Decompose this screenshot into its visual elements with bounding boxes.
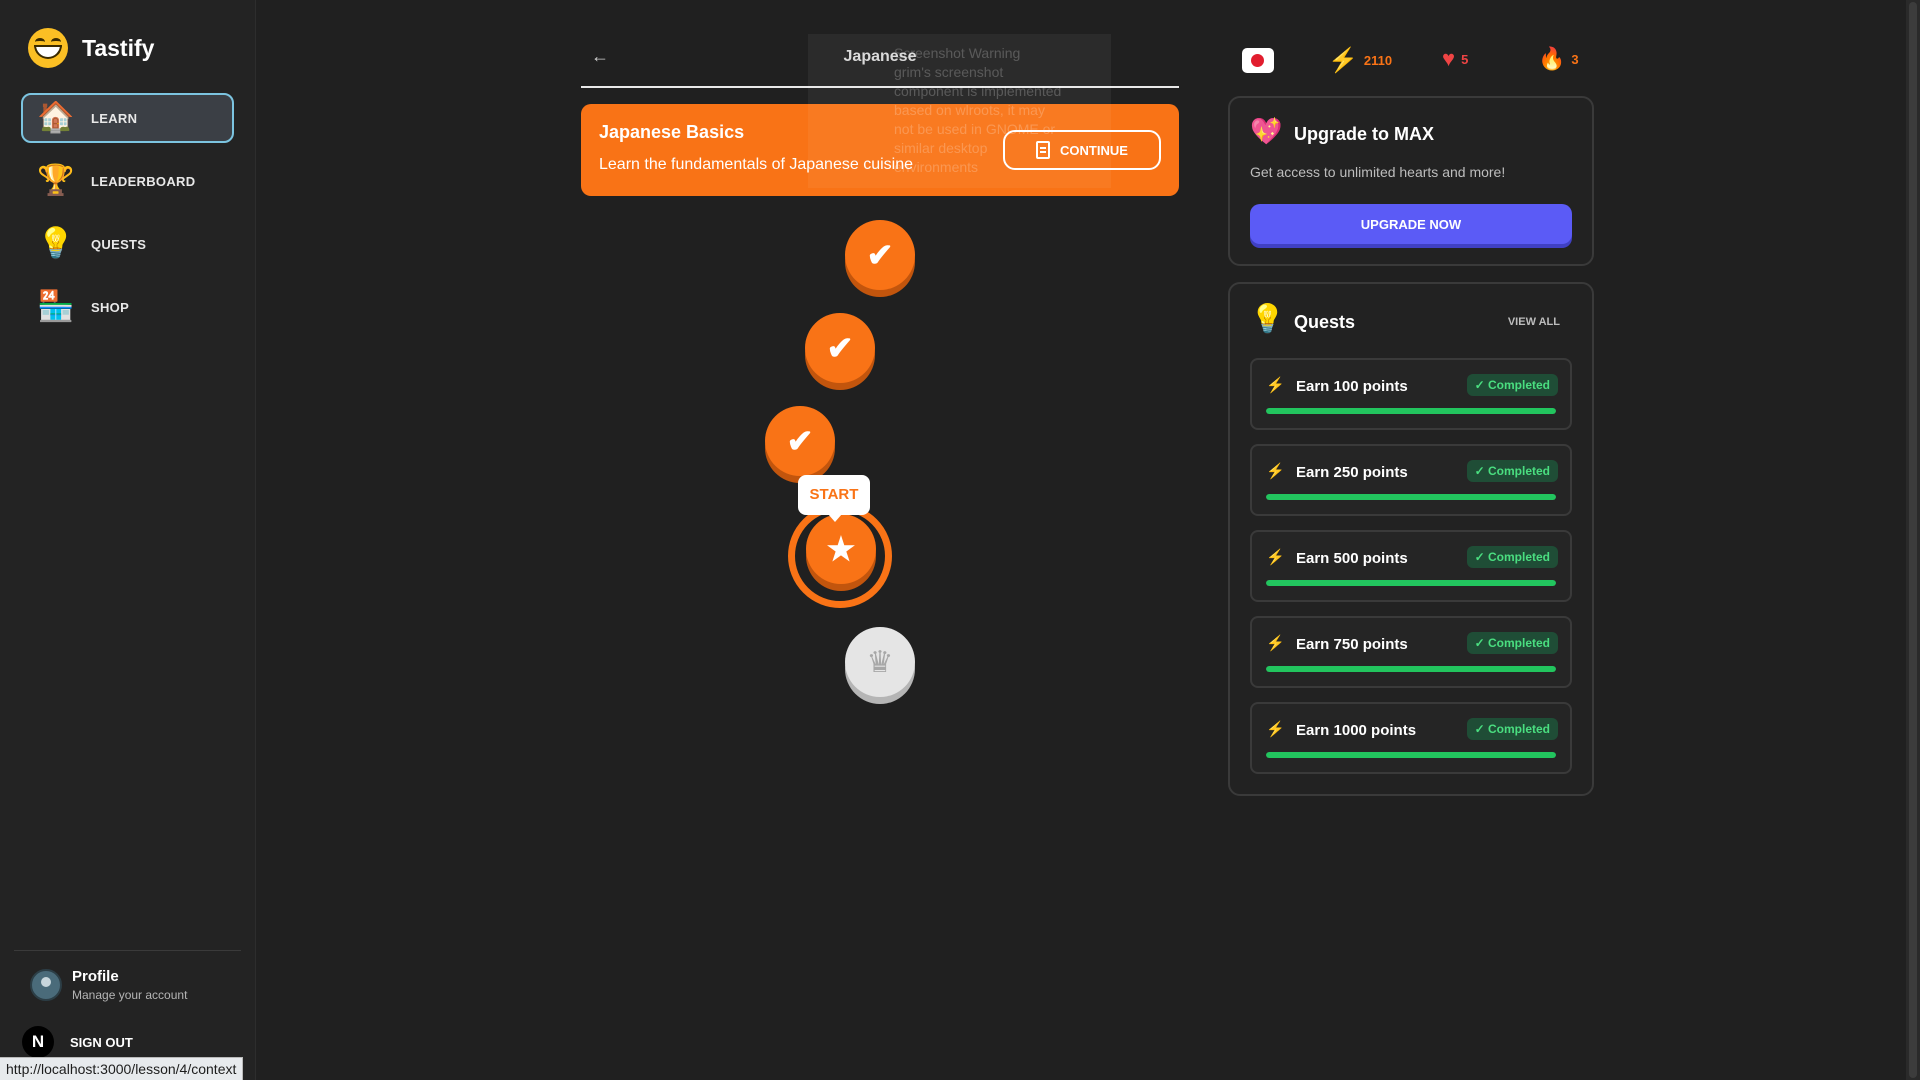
n-badge-icon: N: [22, 1026, 54, 1058]
sidebar-item-shop[interactable]: 🏪 SHOP: [21, 282, 234, 332]
star-icon: ★: [826, 531, 856, 567]
sign-out-label: SIGN OUT: [70, 1034, 133, 1050]
hearts-value: 5: [1461, 51, 1469, 67]
heart-sparkle-icon: 💖: [1250, 116, 1283, 146]
check-icon: ✔: [826, 330, 854, 366]
sidebar-item-leaderboard[interactable]: 🏆 LEADERBOARD: [21, 156, 234, 206]
unit-header: ← Japanese: [581, 36, 1179, 88]
notebook-icon: [1036, 141, 1051, 159]
sidebar-item-learn[interactable]: 🏠 LEARN: [21, 93, 234, 143]
lightning-icon: ⚡: [1328, 47, 1358, 74]
quest-item[interactable]: ⚡ Earn 100 points ✓ Completed: [1250, 358, 1572, 430]
quest-progress-bar: [1266, 666, 1556, 672]
upgrade-now-button[interactable]: UPGRADE NOW: [1250, 204, 1572, 244]
lightbulb-icon: 💡: [1250, 303, 1285, 334]
quest-label: Earn 100 points: [1296, 378, 1408, 395]
sign-out-button[interactable]: N SIGN OUT: [22, 1026, 133, 1058]
points-counter[interactable]: ⚡ 2110: [1328, 46, 1392, 75]
page-title: Japanese: [843, 48, 917, 65]
sidebar-item-label: QUESTS: [91, 236, 147, 252]
view-all-link[interactable]: VIEW ALL: [1508, 316, 1560, 328]
continue-label: CONTINUE: [1060, 142, 1128, 158]
quest-progress-bar: [1266, 752, 1556, 758]
lightbulb-icon: 💡: [37, 227, 75, 260]
sidebar-item-label: SHOP: [91, 299, 130, 315]
sidebar-item-quests[interactable]: 💡 QUESTS: [21, 219, 234, 269]
quest-item[interactable]: ⚡ Earn 750 points ✓ Completed: [1250, 616, 1572, 688]
completed-badge: ✓ Completed: [1466, 374, 1558, 396]
lightning-icon: ⚡: [1266, 463, 1285, 480]
japan-flag-icon[interactable]: [1242, 48, 1274, 73]
app-name: Tastify: [82, 34, 155, 61]
logo-icon: [28, 28, 68, 68]
lesson-node-completed[interactable]: ✔: [805, 313, 875, 383]
lightning-icon: ⚡: [1266, 721, 1285, 738]
lesson-node-completed[interactable]: ✔: [845, 220, 915, 290]
streak-counter[interactable]: 🔥 3: [1538, 46, 1579, 72]
lightning-icon: ⚡: [1266, 635, 1285, 652]
sidebar-item-label: LEADERBOARD: [91, 173, 196, 189]
points-value: 2110: [1363, 53, 1393, 68]
quest-label: Earn 1000 points: [1296, 722, 1417, 739]
streak-value: 3: [1571, 51, 1579, 67]
lesson-node-locked[interactable]: ♛: [845, 627, 915, 697]
brand[interactable]: Tastify: [28, 28, 154, 68]
quests-title: Quests: [1294, 312, 1356, 332]
crown-icon: ♛: [866, 645, 894, 679]
continue-button[interactable]: CONTINUE: [1003, 130, 1161, 170]
shop-icon: 🏪: [37, 290, 75, 323]
completed-badge: ✓ Completed: [1466, 460, 1558, 482]
flame-icon: 🔥: [1538, 46, 1566, 71]
lesson-node-completed[interactable]: ✔: [765, 406, 835, 476]
completed-badge: ✓ Completed: [1466, 718, 1558, 740]
lesson-node-current[interactable]: ★: [806, 514, 876, 584]
start-tooltip[interactable]: START: [798, 475, 870, 522]
status-bar-url: http://localhost:3000/lesson/4/context: [0, 1057, 244, 1080]
profile-link[interactable]: Profile Manage your account: [30, 968, 187, 1002]
quest-label: Earn 750 points: [1296, 636, 1408, 653]
profile-title: Profile: [72, 968, 119, 985]
quest-label: Earn 250 points: [1296, 464, 1408, 481]
quest-item[interactable]: ⚡ Earn 500 points ✓ Completed: [1250, 530, 1572, 602]
quest-progress-bar: [1266, 408, 1556, 414]
lightning-icon: ⚡: [1266, 377, 1285, 394]
quest-label: Earn 500 points: [1296, 550, 1408, 567]
quest-item[interactable]: ⚡ Earn 1000 points ✓ Completed: [1250, 702, 1572, 774]
podium-icon: 🏆: [37, 164, 75, 197]
upgrade-description: Get access to unlimited hearts and more!: [1250, 164, 1506, 180]
check-icon: ✔: [786, 423, 814, 459]
hearts-counter[interactable]: ♥ 5: [1442, 46, 1468, 72]
completed-badge: ✓ Completed: [1466, 632, 1558, 654]
upgrade-card: 💖 Upgrade to MAX Get access to unlimited…: [1228, 96, 1594, 266]
page-scrollbar[interactable]: [1906, 0, 1920, 1080]
divider: [14, 950, 241, 951]
house-icon: 🏠: [37, 101, 75, 134]
sidebar: Tastify 🏠 LEARN 🏆 LEADERBOARD 💡 QUESTS 🏪…: [0, 0, 256, 1080]
completed-badge: ✓ Completed: [1466, 546, 1558, 568]
check-icon: ✔: [866, 237, 894, 273]
sidebar-nav: 🏠 LEARN 🏆 LEADERBOARD 💡 QUESTS 🏪 SHOP: [21, 93, 234, 345]
quest-progress-bar: [1266, 494, 1556, 500]
upgrade-title: Upgrade to MAX: [1294, 124, 1435, 144]
quests-card: 💡 Quests VIEW ALL ⚡ Earn 100 points ✓ Co…: [1228, 282, 1594, 796]
avatar: [30, 969, 62, 1001]
lightning-icon: ⚡: [1266, 549, 1285, 566]
unit-banner: Japanese Basics Learn the fundamentals o…: [581, 104, 1179, 196]
profile-subtitle: Manage your account: [72, 988, 188, 1002]
quest-progress-bar: [1266, 580, 1556, 586]
sidebar-item-label: LEARN: [91, 110, 138, 126]
quest-item[interactable]: ⚡ Earn 250 points ✓ Completed: [1250, 444, 1572, 516]
heart-icon: ♥: [1442, 46, 1456, 71]
